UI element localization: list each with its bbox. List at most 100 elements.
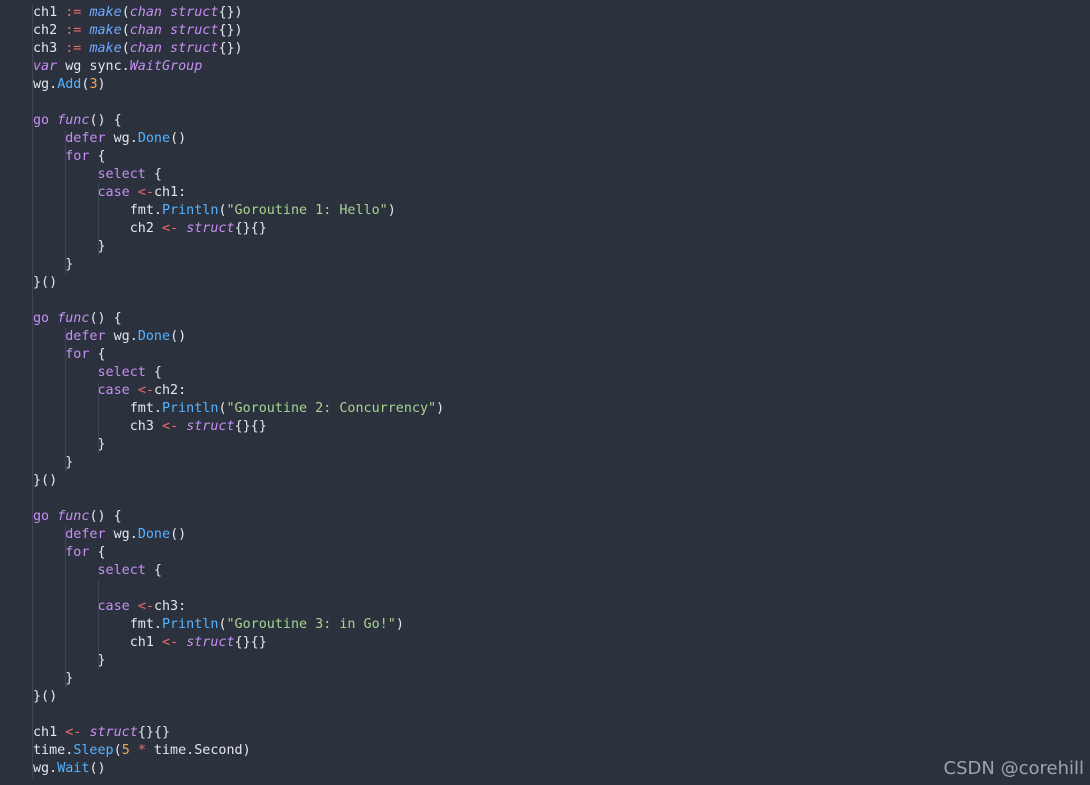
code-token: defer xyxy=(65,131,106,146)
code-line: ch1 := make(chan struct{}) xyxy=(33,4,1090,22)
code-line: go func() { xyxy=(33,310,1090,328)
watermark: CSDN @corehill xyxy=(943,758,1084,779)
code-token: {}{} xyxy=(137,725,171,740)
code-token: 3 xyxy=(89,77,98,92)
code-token: Done xyxy=(137,527,171,542)
code-token: := xyxy=(65,41,82,56)
code-token: select xyxy=(97,365,146,380)
code-line: case <-ch1: xyxy=(33,184,1090,202)
code-token: ( xyxy=(218,203,227,218)
code-line: go func() { xyxy=(33,508,1090,526)
code-token: time.Second) xyxy=(145,743,251,758)
code-token: ch2: xyxy=(153,383,187,398)
code-area[interactable]: ch1 := make(chan struct{}) ch2 := make(ch… xyxy=(32,4,1090,778)
code-token: ) xyxy=(436,401,445,416)
code-line: ch1 <- struct{}{} xyxy=(33,634,1090,652)
code-line: select { xyxy=(33,562,1090,580)
code-token: ( xyxy=(218,401,227,416)
code-token: ( xyxy=(121,41,130,56)
code-line: case <-ch2: xyxy=(33,382,1090,400)
code-line: for { xyxy=(33,148,1090,166)
code-line: defer wg.Done() xyxy=(33,328,1090,346)
code-token: }() xyxy=(33,689,58,704)
code-token: <- xyxy=(137,185,154,200)
code-token: <- xyxy=(137,599,154,614)
code-token: wg. xyxy=(33,761,58,776)
code-token: {}{} xyxy=(234,635,267,650)
code-token: {}) xyxy=(218,23,243,38)
code-token: { xyxy=(145,365,162,380)
code-line: }() xyxy=(33,688,1090,706)
code-token: ) xyxy=(387,203,396,218)
code-line: for { xyxy=(33,544,1090,562)
code-token: <- xyxy=(162,419,179,434)
code-token: wg. xyxy=(105,131,138,146)
code-token: select xyxy=(97,167,146,182)
code-token: struct xyxy=(186,419,235,434)
indent-guide xyxy=(98,580,99,670)
code-token: func xyxy=(57,311,90,326)
code-token: () xyxy=(170,527,187,542)
code-token: go xyxy=(33,509,50,524)
code-token: ch2 xyxy=(33,23,66,38)
code-token: () xyxy=(170,329,187,344)
code-token: Done xyxy=(137,131,171,146)
code-token: { xyxy=(89,347,106,362)
code-token: } xyxy=(33,257,74,272)
code-token: } xyxy=(33,437,106,452)
code-token: defer xyxy=(65,527,106,542)
code-line: } xyxy=(33,670,1090,688)
code-token: defer xyxy=(65,329,106,344)
code-line: ch2 <- struct{}{} xyxy=(33,220,1090,238)
code-token: ch1: xyxy=(153,185,187,200)
code-token: () xyxy=(89,761,106,776)
code-token: }() xyxy=(33,275,58,290)
code-token: 5 xyxy=(121,743,130,758)
code-token: * xyxy=(137,743,146,758)
code-line: ch1 <- struct{}{} xyxy=(33,724,1090,742)
code-token: {}) xyxy=(218,41,243,56)
code-token: for xyxy=(65,347,90,362)
code-editor[interactable]: ch1 := make(chan struct{}) ch2 := make(ch… xyxy=(0,0,1090,785)
code-token: make xyxy=(89,23,122,38)
code-token: chan struct xyxy=(129,41,219,56)
code-token: Sleep xyxy=(73,743,114,758)
code-line: fmt.Println("Goroutine 1: Hello") xyxy=(33,202,1090,220)
code-token: Done xyxy=(137,329,171,344)
code-token: func xyxy=(57,113,90,128)
code-line: ch2 := make(chan struct{}) xyxy=(33,22,1090,40)
code-token: wg. xyxy=(33,77,58,92)
code-token: "Goroutine 2: Concurrency" xyxy=(226,401,437,416)
code-token: case xyxy=(97,185,130,200)
code-line: } xyxy=(33,652,1090,670)
code-token: <- xyxy=(162,635,179,650)
code-token: Println xyxy=(162,617,219,632)
code-token: func xyxy=(57,509,90,524)
code-token: make xyxy=(89,5,122,20)
code-line: select { xyxy=(33,166,1090,184)
indent-guide xyxy=(98,382,99,454)
code-line: wg.Add(3) xyxy=(33,76,1090,94)
code-token: case xyxy=(97,383,130,398)
code-line: for { xyxy=(33,346,1090,364)
code-line: } xyxy=(33,256,1090,274)
code-token: chan struct xyxy=(129,23,219,38)
code-token: chan struct xyxy=(129,5,219,20)
code-line: select { xyxy=(33,364,1090,382)
code-token: ch3 xyxy=(33,41,66,56)
code-token: } xyxy=(33,239,106,254)
code-token: { xyxy=(89,149,106,164)
indent-guide xyxy=(65,328,66,472)
code-token: {}{} xyxy=(234,221,267,236)
code-line: } xyxy=(33,436,1090,454)
code-line: go func() { xyxy=(33,112,1090,130)
